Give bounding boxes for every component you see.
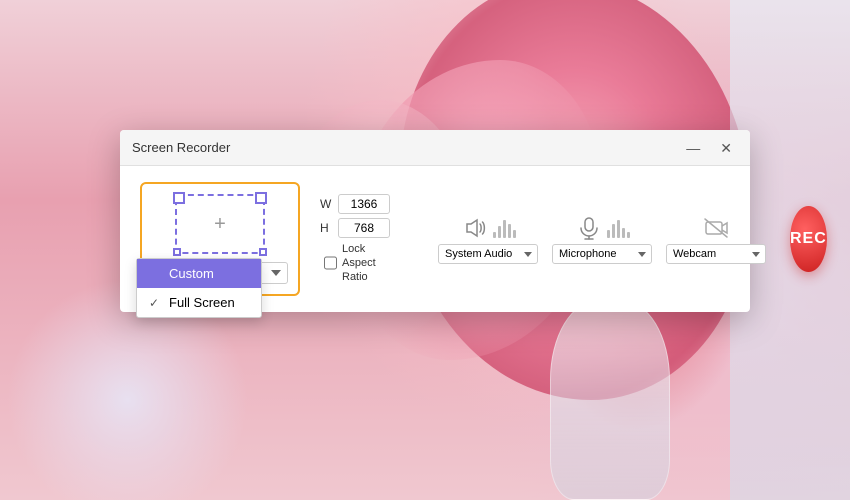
webcam-icon-row — [702, 214, 730, 242]
bar-3 — [617, 220, 620, 238]
height-row: H — [320, 218, 390, 238]
screen-type-dropdown-menu: Custom ✓ Full Screen — [136, 258, 262, 318]
capture-area[interactable]: + — [175, 194, 265, 254]
system-audio-item: System Audio — [438, 214, 538, 264]
webcam-select[interactable]: Webcam — [666, 244, 766, 264]
mic-level-bars — [607, 218, 630, 238]
bar-5 — [627, 232, 630, 238]
width-label: W — [320, 197, 334, 211]
bar-1 — [607, 230, 610, 238]
width-input[interactable] — [338, 194, 390, 214]
height-label: H — [320, 221, 334, 235]
system-audio-icon-row — [461, 214, 516, 242]
vase-decoration — [550, 300, 670, 500]
lock-aspect-ratio: Lock AspectRatio — [324, 242, 390, 285]
height-input[interactable] — [338, 218, 390, 238]
audio-level-bars — [493, 218, 516, 238]
dropdown-item-custom[interactable]: Custom — [137, 259, 261, 288]
bar-1 — [493, 232, 496, 238]
bar-4 — [622, 228, 625, 238]
webcam-icon — [702, 214, 730, 242]
bar-2 — [612, 224, 615, 238]
microphone-item: Microphone — [552, 214, 652, 264]
microphone-icon — [575, 214, 603, 242]
mic-icon-row — [575, 214, 630, 242]
add-region-icon: + — [214, 214, 226, 234]
rec-button[interactable]: REC — [790, 206, 827, 272]
dropdown-item-label: Full Screen — [169, 295, 235, 310]
lock-aspect-checkbox[interactable] — [324, 256, 337, 270]
titlebar-controls: — ✕ — [680, 139, 738, 157]
lock-aspect-label: Lock AspectRatio — [342, 242, 390, 285]
dialog-title: Screen Recorder — [132, 140, 230, 155]
microphone-select[interactable]: Microphone — [552, 244, 652, 264]
dimensions-panel: W H Lock AspectRatio — [320, 194, 390, 285]
dropdown-item-label: Custom — [169, 266, 214, 281]
close-button[interactable]: ✕ — [714, 139, 738, 157]
speaker-icon — [461, 214, 489, 242]
width-row: W — [320, 194, 390, 214]
bar-3 — [503, 220, 506, 238]
rec-label: REC — [790, 230, 827, 248]
bar-5 — [513, 230, 516, 238]
bar-4 — [508, 224, 511, 238]
minimize-button[interactable]: — — [680, 139, 706, 157]
dropdown-item-fullscreen[interactable]: ✓ Full Screen — [137, 288, 261, 317]
check-icon: ✓ — [149, 296, 163, 310]
corner-bl — [173, 248, 181, 256]
bar-2 — [498, 226, 501, 238]
dialog-titlebar: Screen Recorder — ✕ — [120, 130, 750, 166]
webcam-item: Webcam — [666, 214, 766, 264]
corner-br — [259, 248, 267, 256]
av-controls: System Audio — [438, 214, 766, 264]
system-audio-select[interactable]: System Audio — [438, 244, 538, 264]
